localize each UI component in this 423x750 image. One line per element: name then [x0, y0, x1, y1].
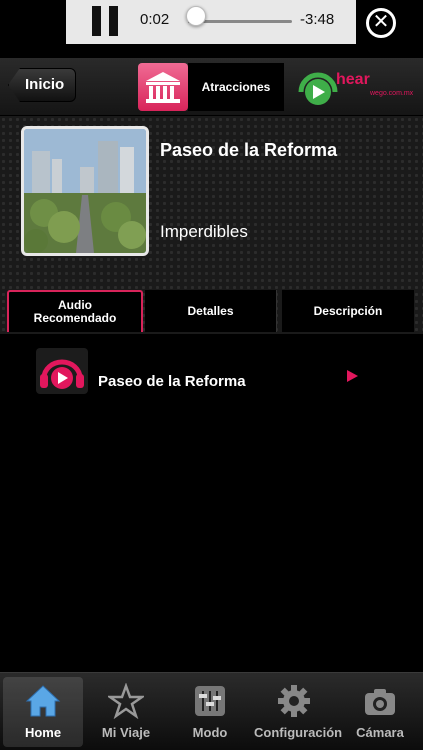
close-icon[interactable]: ✕	[366, 8, 396, 38]
camera-icon	[365, 689, 395, 715]
tab-modo-label: Modo	[192, 725, 228, 740]
tab-mi-viaje-label: Mi Viaje	[101, 725, 151, 740]
play-arrow-icon	[347, 370, 358, 382]
audio-player: 0:02 -3:48	[66, 0, 356, 44]
pause-icon[interactable]	[92, 6, 120, 36]
star-icon	[108, 683, 144, 719]
gear-icon	[278, 685, 310, 717]
tab-camara[interactable]: Cámara	[340, 677, 420, 747]
back-button[interactable]: Inicio	[8, 68, 76, 102]
place-title: Paseo de la Reforma	[160, 140, 338, 160]
list-item[interactable]: Paseo de la Reforma	[36, 348, 382, 404]
tab-configuracion-label: Configuración	[254, 725, 343, 740]
remaining-time: -3:48	[300, 11, 335, 28]
museum-icon	[138, 63, 188, 111]
nav-bar: Inicio Atracciones hear wego.com.mx	[0, 58, 423, 116]
tab-configuracion[interactable]: Configuración	[254, 677, 343, 747]
tab-home[interactable]: Home	[3, 677, 83, 747]
headphones-play-icon	[36, 348, 88, 394]
sliders-icon	[195, 686, 225, 716]
logo-subtext: wego.com.mx	[370, 90, 414, 97]
bottom-tab-bar: Home Mi Viaje Modo Configuración Cámara	[0, 672, 423, 750]
progress-thumb[interactable]	[186, 6, 206, 26]
tab-detalles[interactable]: Detalles	[145, 290, 277, 332]
tab-camara-label: Cámara	[356, 725, 404, 740]
list-item-label: Paseo de la Reforma	[98, 373, 246, 390]
headphones-logo-icon	[298, 72, 338, 105]
tab-descripcion[interactable]: Descripción	[282, 290, 414, 332]
elapsed-time: 0:02	[140, 11, 170, 28]
audio-player-bar: 0:02 -3:48 ✕	[0, 0, 423, 52]
place-category: Imperdibles	[160, 222, 248, 241]
hearwego-logo: hear wego.com.mx	[296, 64, 420, 110]
tab-mi-viaje[interactable]: Mi Viaje	[86, 677, 166, 747]
category-label: Atracciones	[188, 63, 284, 111]
logo-text: hear	[336, 71, 370, 88]
place-photo	[21, 126, 149, 256]
tab-audio-recomendado[interactable]: Audio Recomendado	[7, 290, 143, 332]
tab-modo[interactable]: Modo	[170, 677, 250, 747]
home-icon	[25, 685, 61, 717]
tab-home-label: Home	[24, 725, 62, 740]
